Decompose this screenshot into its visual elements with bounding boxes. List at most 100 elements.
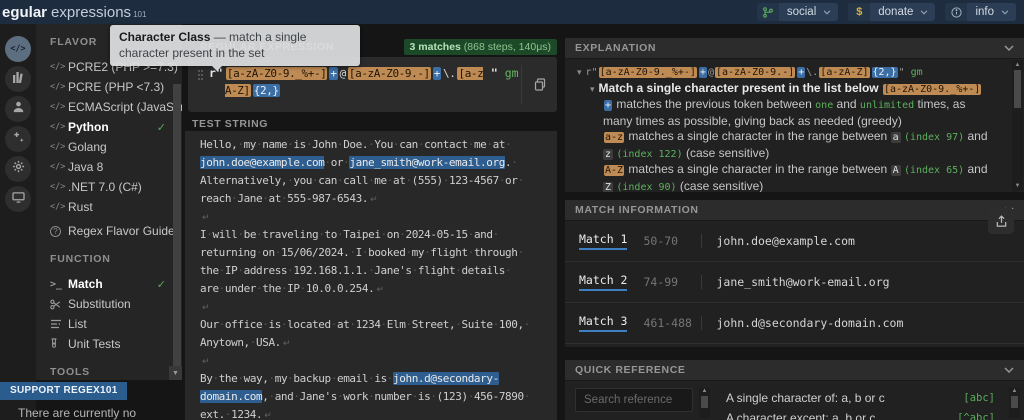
reference-item[interactable]: A single character of: a, b or c [abc] [716, 388, 1003, 408]
rail-upgrade-button[interactable] [5, 126, 31, 152]
scroll-down-icon[interactable]: ▼ [1015, 181, 1021, 191]
sidebar-scroll-down-button[interactable]: ▼ [169, 366, 182, 380]
social-menu[interactable]: social [756, 3, 839, 21]
whitespace-dot: · [237, 138, 244, 151]
scroll-up-icon[interactable]: ▲ [702, 388, 708, 394]
exp-green: one [815, 100, 834, 111]
whitespace-dot: · [336, 138, 344, 151]
test-text: Hello,·my·name·is·John·Doe.·You·can·cont… [200, 138, 512, 151]
test-string-editor[interactable]: Hello,·my·name·is·John·Doe.·You·can·cont… [185, 131, 557, 420]
flavor-item-rust[interactable]: </> Rust [36, 197, 182, 217]
rail-settings-button[interactable] [5, 156, 31, 182]
logo[interactable]: egular expressions 101 [0, 4, 146, 21]
flavor-item-ecmascript-javascri[interactable]: </>ECMAScript (JavaScri… [36, 97, 182, 117]
whitespace-dot: · [299, 282, 307, 295]
flavor-item-java-8[interactable]: </> Java 8 [36, 157, 182, 177]
test-text: are·under·the·IP·10.0.0.254. [200, 282, 375, 295]
explanation-row: ▾ Match a single character present in the… [577, 81, 998, 98]
exp-quant: {2,} [871, 67, 898, 78]
regex-tokens: [a-zA-Z0-9._%+-] + @ [a-zA-Z0-9.-] + \. [a-zA-… [224, 65, 487, 99]
reference-item[interactable]: A character except: a, b or c [^abc] [716, 408, 1003, 420]
test-line: john.doe@example.com·or·jane_smith@work-… [200, 154, 557, 172]
collapse-chevron-icon[interactable] [1004, 367, 1014, 373]
flavor-item-golang[interactable]: </> Golang [36, 137, 182, 157]
whitespace-dot: · [368, 390, 375, 403]
exp-set: [a-zA-Z] [819, 67, 870, 78]
exp-code: A [890, 165, 901, 176]
search-reference-input[interactable] [575, 388, 693, 412]
logo-light: expressions [51, 3, 132, 21]
collapse-caret-icon[interactable]: ▾ [590, 84, 595, 94]
flavor-item-pcre-php-7-3[interactable]: </> PCRE (PHP <7.3) [36, 77, 182, 97]
whitespace-dot: · [280, 282, 288, 295]
explanation-row: A-Z matches a single character in the ra… [577, 162, 998, 192]
whitespace-dot: · [336, 174, 344, 187]
regex-token: + [432, 67, 442, 80]
exp-text: matches a single character in the range … [625, 162, 891, 176]
match-value: jane_smith@work-email.org [701, 275, 890, 289]
whitespace-dot: · [280, 318, 288, 331]
line-return-icon: ↵ [202, 303, 210, 313]
flavor-item-python[interactable]: </> Python ✓ [36, 117, 182, 137]
test-line: ↵ [200, 298, 557, 316]
regex-token: + [329, 67, 338, 80]
whitespace-dot: · [256, 282, 263, 295]
info-menu[interactable]: info [945, 3, 1016, 21]
quick-reference-header[interactable]: QUICK REFERENCE [565, 360, 1024, 381]
whitespace-dot: · [212, 372, 219, 385]
match-value: john.doe@example.com [701, 234, 855, 248]
match-link[interactable]: Match 1 [579, 232, 628, 250]
rail-feedback-button[interactable] [5, 186, 31, 212]
exp-dim: @ [707, 67, 714, 78]
function-item-unit-tests[interactable]: Unit Tests [36, 334, 182, 354]
exp-set: [a-zA-Z0-9.-] [714, 67, 796, 78]
explanation-scrollbar[interactable]: ▲ ▼ [1012, 60, 1023, 191]
function-item-match[interactable]: >_ Match ✓ [36, 274, 182, 294]
rail-regex-editor-button[interactable]: </> [5, 36, 31, 62]
match-value: john.d@secondary-domain.com [701, 316, 903, 330]
function-item-list[interactable]: List [36, 314, 182, 334]
copy-regex-button[interactable] [521, 65, 557, 104]
match-information-header[interactable]: MATCH INFORMATION [565, 200, 1024, 221]
rail-library-button[interactable] [5, 66, 31, 92]
rail-account-button[interactable] [5, 96, 31, 122]
match-link[interactable]: Match 3 [579, 314, 628, 332]
drag-handle-icon[interactable] [198, 70, 200, 72]
whitespace-dot: · [268, 372, 275, 385]
code-icon: </> [50, 182, 66, 192]
explanation-header[interactable]: EXPLANATION [565, 38, 1024, 59]
scroll-up-icon[interactable]: ▲ [1012, 388, 1018, 394]
explanation-panel: EXPLANATION ▾ r" [a-zA-Z0-9._%+-] + @ [a-zA-Z… [565, 38, 1024, 192]
test-text: .· [504, 156, 518, 169]
scroll-up-icon[interactable]: ▲ [1015, 60, 1021, 70]
function-item-substitution[interactable]: Substitution [36, 294, 182, 314]
topbar: egular expressions 101 social $ donate i… [0, 0, 1024, 24]
regex-flags[interactable]: gm [505, 66, 519, 80]
match-link[interactable]: Match 2 [579, 273, 628, 291]
reference-list-scrollbar[interactable]: ▲ [1009, 388, 1020, 418]
match-range: 74-99 [643, 275, 679, 289]
whitespace-dot: · [330, 318, 338, 331]
whitespace-dot: · [274, 246, 282, 259]
export-matches-button[interactable] [988, 208, 1014, 234]
exp-bold: Match a single character present in the … [598, 80, 882, 95]
whitespace-dot: · [287, 138, 294, 151]
regex-token: [a-zA-Z0-9._%+-] [225, 67, 328, 80]
whitespace-dot: · [492, 318, 500, 331]
donate-menu[interactable]: $ donate [848, 3, 936, 21]
explanation-row: ▾ r" [a-zA-Z0-9._%+-] + @ [a-zA-Z0-9.-] + \. [a-… [577, 64, 998, 81]
collapse-caret-icon[interactable]: ▾ [577, 67, 582, 77]
function-label: Match [68, 277, 103, 291]
whitespace-dot: · [505, 138, 512, 151]
reference-categories-scrollbar[interactable]: ▲ [699, 388, 710, 418]
whitespace-dot: · [280, 192, 288, 205]
test-line: returning·on·15/06/2024.·I·booked·my·fli… [200, 244, 557, 262]
scrollbar-thumb[interactable] [1014, 70, 1021, 108]
test-line: reach·Jane·at·555-987-6543. ↵ [200, 190, 557, 208]
sidebar-item-regex-flavor-guide[interactable]: ? Regex Flavor Guide [36, 221, 182, 241]
collapse-chevron-icon[interactable] [1004, 45, 1014, 51]
sidebar-scrollbar-thumb[interactable] [173, 84, 181, 377]
whitespace-dot: · [442, 174, 450, 187]
test-text: Our·office·is·located·at·1234·Elm·Street… [200, 318, 530, 331]
flavor-item-net-7-0-c[interactable]: </> .NET 7.0 (C#) [36, 177, 182, 197]
